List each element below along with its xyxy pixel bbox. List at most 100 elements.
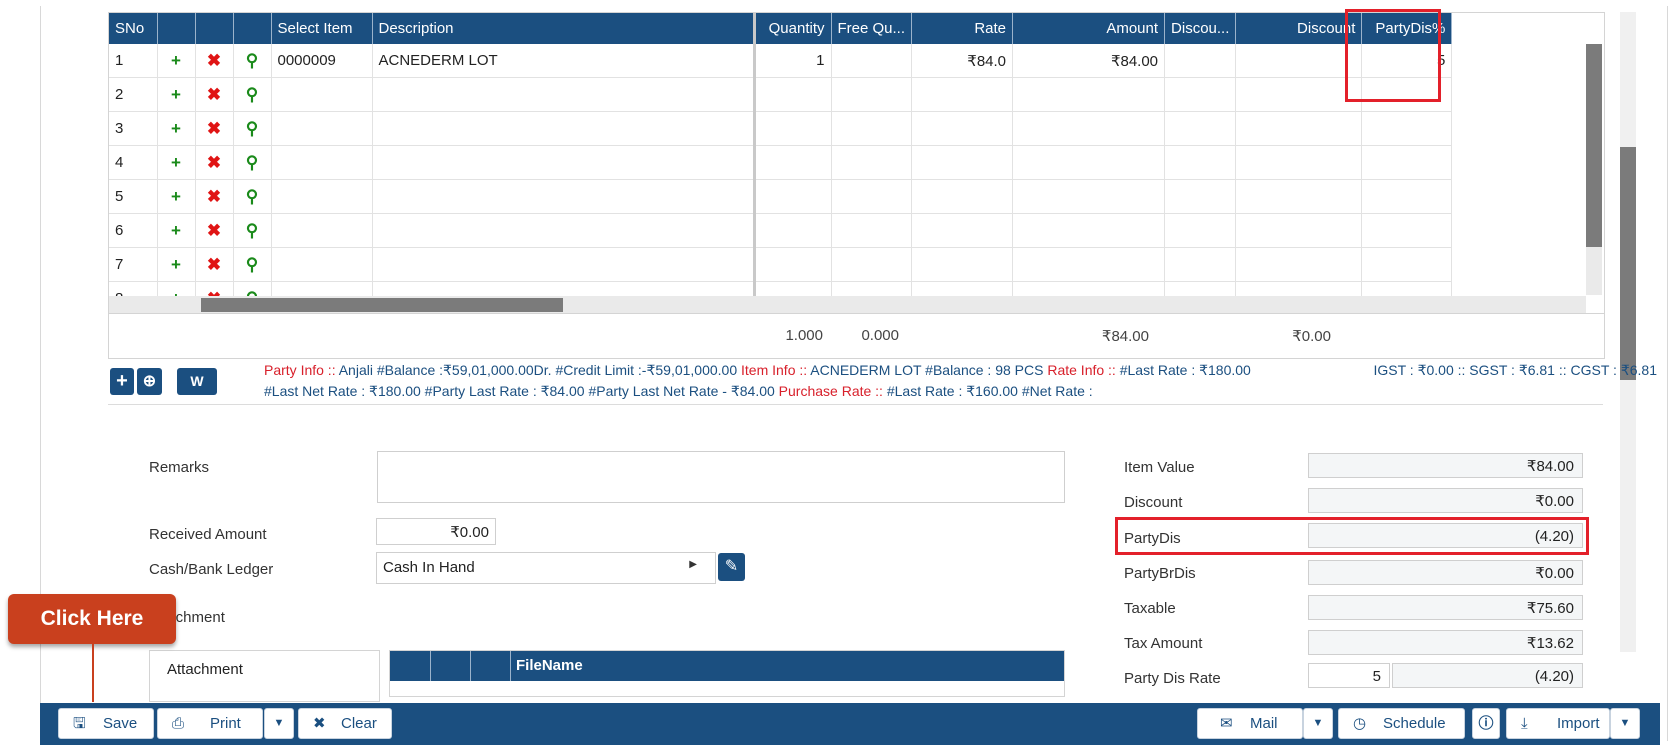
cell-rate[interactable] (911, 145, 1014, 180)
cell-free-qty[interactable] (831, 179, 913, 214)
search-item-icon[interactable]: ⚲ (233, 44, 272, 78)
cell-item[interactable] (271, 213, 373, 248)
cell-description[interactable] (372, 179, 756, 214)
table-row[interactable]: 5 + ✖ ⚲ (109, 179, 1453, 214)
col-description[interactable]: Description (372, 13, 756, 44)
delete-row-icon[interactable]: ✖ (195, 111, 234, 146)
cell-description[interactable] (372, 145, 756, 180)
cell-discount-pct[interactable] (1164, 111, 1237, 146)
cell-free-qty[interactable] (831, 247, 913, 282)
add-row-icon[interactable]: + (157, 44, 196, 78)
cell-discount-pct[interactable] (1164, 247, 1237, 282)
cell-sno[interactable]: 4 (109, 145, 158, 180)
table-row[interactable]: 2 + ✖ ⚲ (109, 77, 1453, 112)
w-button[interactable]: W (177, 368, 217, 395)
cell-party-dis-pct[interactable] (1361, 145, 1453, 180)
cell-amount[interactable]: ₹84.00 (1012, 44, 1166, 78)
cell-discount[interactable] (1235, 247, 1363, 282)
cell-discount-pct[interactable] (1164, 77, 1237, 112)
add-row-button[interactable]: + (110, 368, 134, 395)
delete-row-icon[interactable]: ✖ (195, 77, 234, 112)
cell-item[interactable] (271, 145, 373, 180)
grid-vertical-scrollbar[interactable] (1586, 44, 1602, 295)
cell-item[interactable] (271, 179, 373, 214)
cell-sno[interactable]: 2 (109, 77, 158, 112)
add-row-icon[interactable]: + (157, 213, 196, 248)
cell-free-qty[interactable] (831, 145, 913, 180)
mail-dropdown-button[interactable]: ▼ (1303, 708, 1333, 739)
attachment-box[interactable]: Attachment (149, 650, 380, 702)
add-row-icon[interactable]: + (157, 145, 196, 180)
import-button[interactable]: ⤓ Import (1506, 708, 1610, 739)
cell-discount[interactable] (1235, 213, 1363, 248)
cell-discount[interactable] (1235, 77, 1363, 112)
cell-rate[interactable]: ₹84.0 (911, 44, 1014, 78)
cell-quantity[interactable] (754, 77, 832, 112)
cell-free-qty[interactable] (831, 111, 913, 146)
remarks-input[interactable] (377, 451, 1065, 503)
search-item-icon[interactable]: ⚲ (233, 111, 272, 146)
add-row-icon[interactable]: + (157, 77, 196, 112)
delete-row-icon[interactable]: ✖ (195, 247, 234, 282)
cell-rate[interactable] (911, 179, 1014, 214)
grid-horizontal-scroll-thumb[interactable] (201, 298, 563, 312)
cell-quantity[interactable] (754, 111, 832, 146)
col-quantity[interactable]: Quantity (754, 13, 832, 44)
page-vertical-scroll-thumb[interactable] (1620, 147, 1636, 380)
grid-horizontal-scrollbar[interactable] (109, 296, 1586, 313)
cell-description[interactable] (372, 111, 756, 146)
search-item-icon[interactable]: ⚲ (233, 77, 272, 112)
import-dropdown-button[interactable]: ▼ (1610, 708, 1640, 739)
cell-sno[interactable]: 1 (109, 44, 158, 78)
cell-item[interactable] (271, 247, 373, 282)
cell-rate[interactable] (911, 77, 1014, 112)
cell-amount[interactable] (1012, 145, 1166, 180)
delete-row-icon[interactable]: ✖ (195, 179, 234, 214)
cell-amount[interactable] (1012, 213, 1166, 248)
search-item-icon[interactable]: ⚲ (233, 179, 272, 214)
cell-party-dis-pct[interactable] (1361, 179, 1453, 214)
clear-button[interactable]: ✖ Clear (298, 708, 392, 739)
cell-description[interactable]: ACNEDERM LOT (372, 44, 756, 78)
cell-amount[interactable] (1012, 77, 1166, 112)
cell-amount[interactable] (1012, 111, 1166, 146)
search-item-icon[interactable]: ⚲ (233, 247, 272, 282)
edit-ledger-button[interactable]: ✎ (718, 553, 745, 581)
cell-description[interactable] (372, 213, 756, 248)
info-button[interactable]: ⓘ (1472, 708, 1500, 739)
cell-rate[interactable] (911, 247, 1014, 282)
cell-discount[interactable] (1235, 145, 1363, 180)
cell-description[interactable] (372, 247, 756, 282)
print-dropdown-button[interactable]: ▼ (264, 708, 294, 739)
mail-button[interactable]: ✉ Mail (1197, 708, 1303, 739)
cell-sno[interactable]: 7 (109, 247, 158, 282)
cell-item[interactable] (271, 111, 373, 146)
cash-bank-ledger-select[interactable]: Cash In Hand ▶ (376, 552, 716, 584)
col-discount-pct[interactable]: Discou... (1164, 13, 1237, 44)
cell-rate[interactable] (911, 213, 1014, 248)
table-row[interactable]: 7 + ✖ ⚲ (109, 247, 1453, 282)
print-button[interactable]: ⎙ Print (157, 708, 263, 739)
delete-row-icon[interactable]: ✖ (195, 44, 234, 78)
add-row-icon[interactable]: + (157, 111, 196, 146)
cell-discount[interactable] (1235, 111, 1363, 146)
page-vertical-scrollbar[interactable] (1620, 12, 1636, 652)
cell-sno[interactable]: 5 (109, 179, 158, 214)
cell-item[interactable]: 0000009 (271, 44, 373, 78)
col-select-item[interactable]: Select Item (271, 13, 373, 44)
cell-quantity[interactable]: 1 (754, 44, 832, 78)
cell-quantity[interactable] (754, 247, 832, 282)
cell-discount[interactable] (1235, 179, 1363, 214)
table-row[interactable]: 4 + ✖ ⚲ (109, 145, 1453, 180)
delete-row-icon[interactable]: ✖ (195, 213, 234, 248)
cell-free-qty[interactable] (831, 44, 913, 78)
col-discount[interactable]: Discount (1235, 13, 1363, 44)
cell-amount[interactable] (1012, 179, 1166, 214)
add-row-icon[interactable]: + (157, 179, 196, 214)
party-dis-rate-pct-field[interactable]: 5 (1308, 663, 1390, 688)
save-button[interactable]: 🖫 Save (58, 708, 154, 739)
table-row[interactable]: 6 + ✖ ⚲ (109, 213, 1453, 248)
add-row-icon[interactable]: + (157, 247, 196, 282)
filename-header[interactable]: FileName (516, 657, 583, 674)
cell-sno[interactable]: 6 (109, 213, 158, 248)
